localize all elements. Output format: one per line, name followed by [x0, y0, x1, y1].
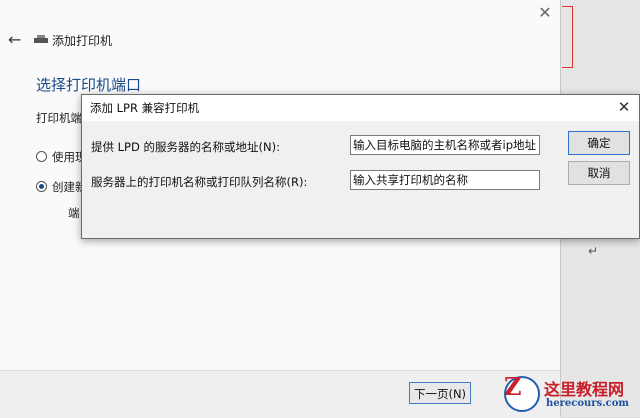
use-existing-port-radio[interactable]	[36, 151, 47, 162]
return-icon: ↵	[588, 244, 599, 258]
watermark-site-url: herecours.com	[546, 398, 630, 409]
server-address-input[interactable]: 输入目标电脑的主机名称或者ip地址	[350, 135, 540, 155]
add-lpr-printer-dialog: 添加 LPR 兼容打印机 ✕ 提供 LPD 的服务器的名称或地址(N): 输入目…	[81, 94, 640, 239]
wizard-footer	[0, 370, 560, 418]
site-watermark: Z 这里教程网 herecours.com	[494, 372, 640, 417]
create-new-port-radio[interactable]	[36, 181, 47, 192]
port-type-label: 端	[68, 206, 80, 220]
ok-button[interactable]: 确定	[568, 131, 630, 155]
queue-name-input[interactable]: 输入共享打印机的名称	[350, 170, 540, 190]
next-button[interactable]: 下一页(N)	[409, 382, 471, 404]
printer-icon	[34, 35, 48, 43]
dialog-titlebar: 添加 LPR 兼容打印机 ✕	[82, 95, 639, 121]
page-subtitle: 打印机端	[36, 111, 82, 125]
background-frame	[562, 6, 573, 68]
watermark-logo-glyph: Z	[504, 372, 522, 401]
watermark-site-name: 这里教程网	[544, 380, 625, 399]
back-arrow-icon[interactable]: ←	[8, 30, 21, 49]
cancel-button[interactable]: 取消	[568, 161, 630, 185]
server-address-label: 提供 LPD 的服务器的名称或地址(N):	[91, 140, 280, 154]
dialog-close-icon[interactable]: ✕	[615, 98, 633, 116]
wizard-close-icon[interactable]: ✕	[536, 4, 554, 22]
queue-name-label: 服务器上的打印机名称或打印队列名称(R):	[91, 175, 308, 189]
dialog-title: 添加 LPR 兼容打印机	[90, 101, 200, 115]
wizard-title: 添加打印机	[52, 34, 113, 48]
page-heading: 选择打印机端口	[36, 76, 142, 94]
